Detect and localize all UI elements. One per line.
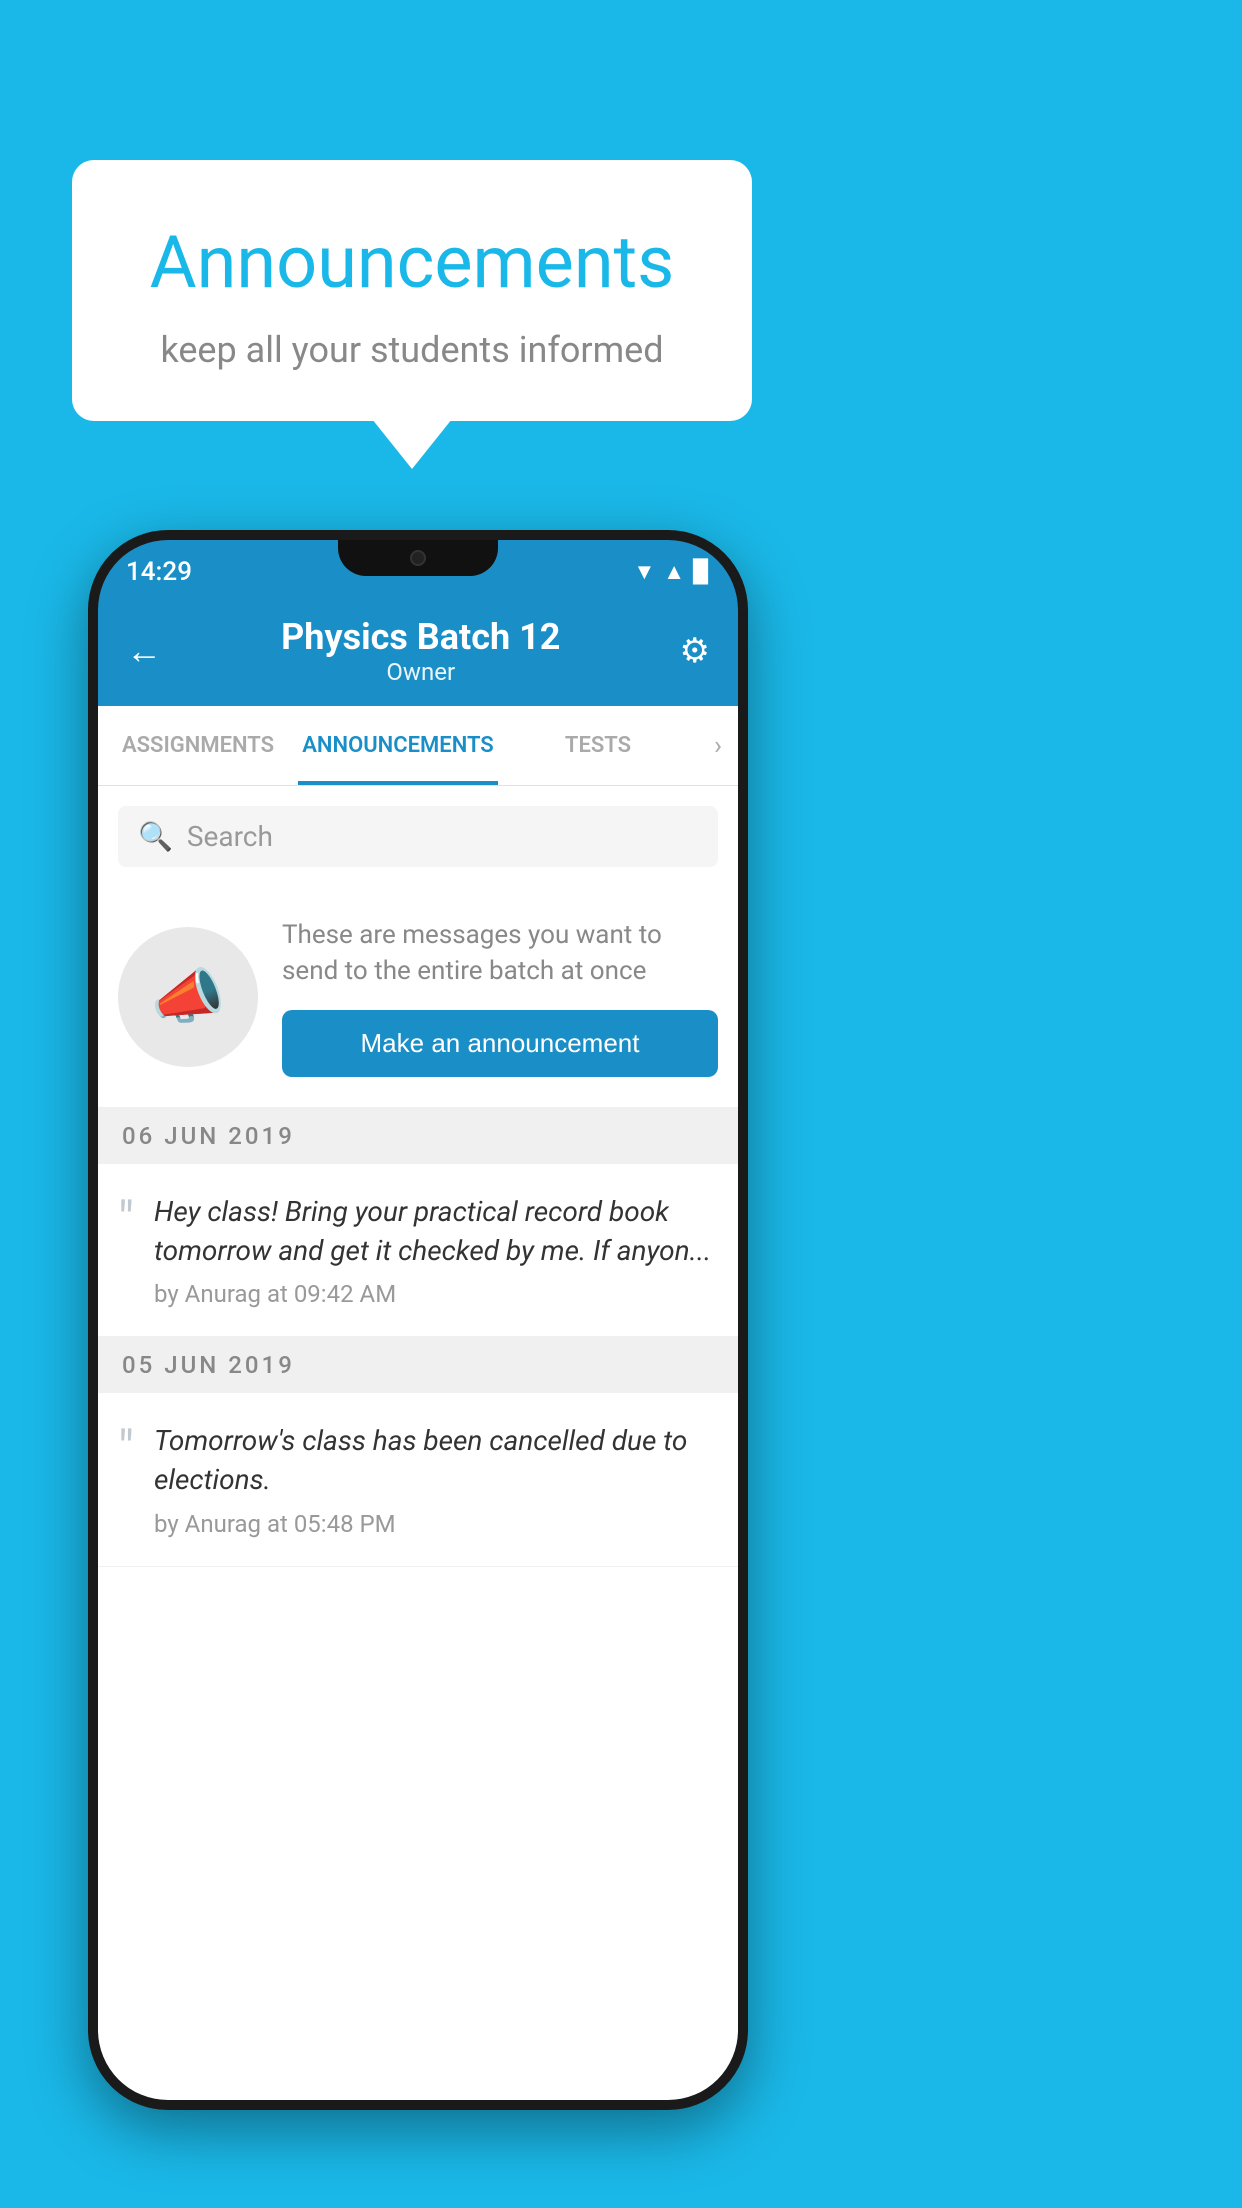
header-center: Physics Batch 12 Owner [162, 616, 680, 686]
app-header: ← Physics Batch 12 Owner ⚙ [98, 596, 738, 706]
header-subtitle: Owner [162, 658, 680, 686]
announcement-item-1[interactable]: " Hey class! Bring your practical record… [98, 1164, 738, 1337]
announcement-content-1: Hey class! Bring your practical record b… [154, 1192, 718, 1308]
phone-frame: 14:29 ▼ ▲ ▉ ← Physics Batch 12 Owner ⚙ A… [88, 530, 748, 2110]
search-bar[interactable]: 🔍 Search [118, 806, 718, 867]
bubble-subtitle: keep all your students informed [122, 329, 702, 371]
bubble-title: Announcements [122, 220, 702, 305]
announcement-meta-1: by Anurag at 09:42 AM [154, 1280, 718, 1308]
promo-right: These are messages you want to send to t… [282, 917, 718, 1077]
tab-bar: ASSIGNMENTS ANNOUNCEMENTS TESTS › [98, 706, 738, 786]
phone-content: 🔍 Search 📣 These are messages you want t… [98, 786, 738, 2100]
quote-icon-2: " [118, 1425, 134, 1475]
promo-description: These are messages you want to send to t… [282, 917, 718, 990]
tab-tests[interactable]: TESTS [498, 706, 698, 785]
header-title: Physics Batch 12 [162, 616, 680, 658]
tab-assignments[interactable]: ASSIGNMENTS [98, 706, 298, 785]
promo-icon-circle: 📣 [118, 927, 258, 1067]
search-icon: 🔍 [138, 820, 173, 853]
announcement-promo: 📣 These are messages you want to send to… [98, 887, 738, 1108]
date-separator-2: 05 JUN 2019 [98, 1337, 738, 1393]
announcement-item-2[interactable]: " Tomorrow's class has been cancelled du… [98, 1393, 738, 1566]
announcement-meta-2: by Anurag at 05:48 PM [154, 1510, 718, 1538]
announcement-text-1: Hey class! Bring your practical record b… [154, 1192, 718, 1270]
battery-icon: ▉ [693, 560, 710, 585]
back-button[interactable]: ← [126, 630, 162, 672]
announcement-content-2: Tomorrow's class has been cancelled due … [154, 1421, 718, 1537]
camera-dot [410, 550, 426, 566]
tab-more[interactable]: › [698, 731, 738, 761]
status-icons: ▼ ▲ ▉ [634, 559, 710, 585]
volume-button [88, 790, 94, 870]
make-announcement-button[interactable]: Make an announcement [282, 1010, 718, 1077]
speech-bubble: Announcements keep all your students inf… [72, 160, 752, 421]
power-button [742, 840, 748, 960]
phone-notch [338, 540, 498, 576]
date-separator-1: 06 JUN 2019 [98, 1108, 738, 1164]
status-time: 14:29 [126, 557, 192, 587]
signal-icon: ▲ [663, 559, 685, 585]
announcement-text-2: Tomorrow's class has been cancelled due … [154, 1421, 718, 1499]
quote-icon-1: " [118, 1196, 134, 1246]
wifi-icon: ▼ [634, 559, 656, 585]
search-placeholder: Search [187, 820, 273, 853]
tab-announcements[interactable]: ANNOUNCEMENTS [298, 706, 498, 785]
settings-icon[interactable]: ⚙ [680, 631, 710, 671]
megaphone-icon: 📣 [151, 961, 226, 1032]
